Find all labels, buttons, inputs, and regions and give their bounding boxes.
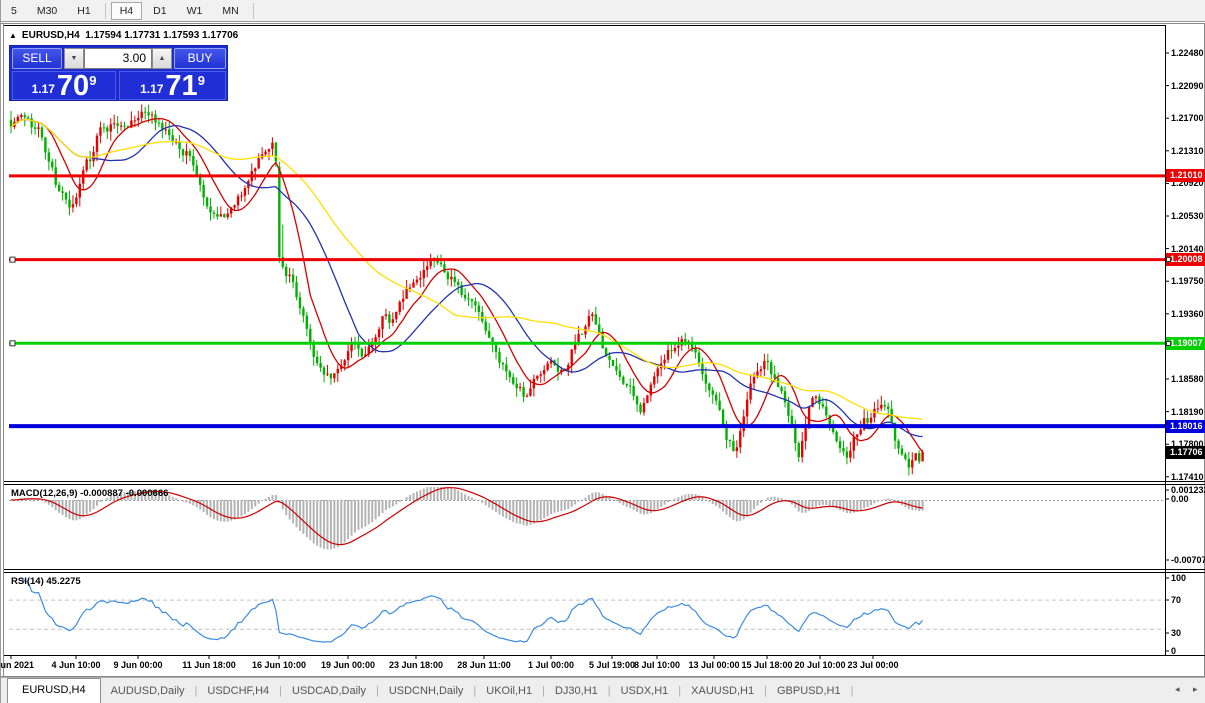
- symbol-name: EURUSD,H4: [22, 30, 80, 41]
- chart-tab-dj30[interactable]: DJ30,H1: [545, 681, 608, 701]
- chart-tab-eurusd[interactable]: EURUSD,H4: [7, 678, 101, 703]
- timeframe-button-m30[interactable]: M30: [28, 2, 66, 20]
- timeframe-toolbar: 5M30H1 H4D1W1MN: [1, 0, 1205, 22]
- tab-divider: |: [851, 685, 854, 697]
- mt4-window: 5M30H1 H4D1W1MN ▲ EURUSD,H4 1.17594 1.1773…: [0, 0, 1205, 703]
- toolbar-separator: [105, 3, 106, 19]
- scroll-right-icon[interactable]: ▸: [1193, 684, 1198, 695]
- sell-price-display[interactable]: 1.17709: [12, 71, 116, 100]
- timeframe-button-w1[interactable]: W1: [178, 2, 212, 20]
- sell-price-big: 70: [57, 73, 89, 99]
- volume-decrease-button[interactable]: ▼: [64, 48, 84, 69]
- chart-tab-usdchf[interactable]: USDCHF,H4: [197, 681, 279, 701]
- timeframe-button-5[interactable]: 5: [2, 2, 26, 20]
- toolbar-separator: [253, 3, 254, 19]
- rsi-pane[interactable]: [9, 573, 1165, 655]
- chart-tab-gbpusd[interactable]: GBPUSD,H1: [767, 681, 851, 701]
- buy-price-pip: 9: [198, 73, 205, 88]
- timeframe-button-h4[interactable]: H4: [111, 2, 142, 20]
- chart-tab-ukoil[interactable]: UKOil,H1: [476, 681, 542, 701]
- scroll-left-icon[interactable]: ◂: [1175, 684, 1180, 695]
- chart-tab-usdx[interactable]: USDX,H1: [611, 681, 679, 701]
- sell-price-prefix: 1.17: [32, 82, 55, 96]
- time-axis[interactable]: [9, 655, 1165, 676]
- macd-pane[interactable]: [9, 485, 1165, 568]
- sell-price-pip: 9: [89, 73, 96, 88]
- chart-tab-xauusd[interactable]: XAUUSD,H1: [681, 681, 764, 701]
- timeframe-button-mn[interactable]: MN: [213, 2, 247, 20]
- buy-price-prefix: 1.17: [140, 82, 163, 96]
- chart-marker-icon: ▲: [9, 31, 17, 40]
- chart-tab-bar: EURUSD,H4AUDUSD,Daily|USDCHF,H4|USDCAD,D…: [1, 677, 1205, 703]
- one-click-trading-panel: SELL ▼ 3.00 ▲ BUY 1.17709 1.17719: [9, 45, 228, 101]
- spin-down-icon: ▼: [71, 55, 78, 62]
- timeframe-button-h1[interactable]: H1: [68, 2, 99, 20]
- spin-up-icon: ▲: [159, 55, 166, 62]
- volume-increase-button[interactable]: ▲: [152, 48, 172, 69]
- price-axis[interactable]: [1165, 25, 1205, 655]
- buy-price-display[interactable]: 1.17719: [119, 71, 226, 100]
- buy-price-big: 71: [165, 73, 197, 99]
- chart-tab-usdcnh[interactable]: USDCNH,Daily: [379, 681, 474, 701]
- buy-button[interactable]: BUY: [174, 48, 226, 69]
- sell-button[interactable]: SELL: [12, 48, 62, 69]
- volume-input[interactable]: 3.00: [84, 48, 152, 69]
- chart-tab-audusd[interactable]: AUDUSD,Daily: [101, 681, 195, 701]
- symbol-header: ▲ EURUSD,H4 1.17594 1.17731 1.17593 1.177…: [9, 30, 238, 41]
- ohlc-values: 1.17594 1.17731 1.17593 1.17706: [85, 30, 238, 41]
- timeframe-button-d1[interactable]: D1: [144, 2, 175, 20]
- chart-tab-usdcad[interactable]: USDCAD,Daily: [282, 681, 376, 701]
